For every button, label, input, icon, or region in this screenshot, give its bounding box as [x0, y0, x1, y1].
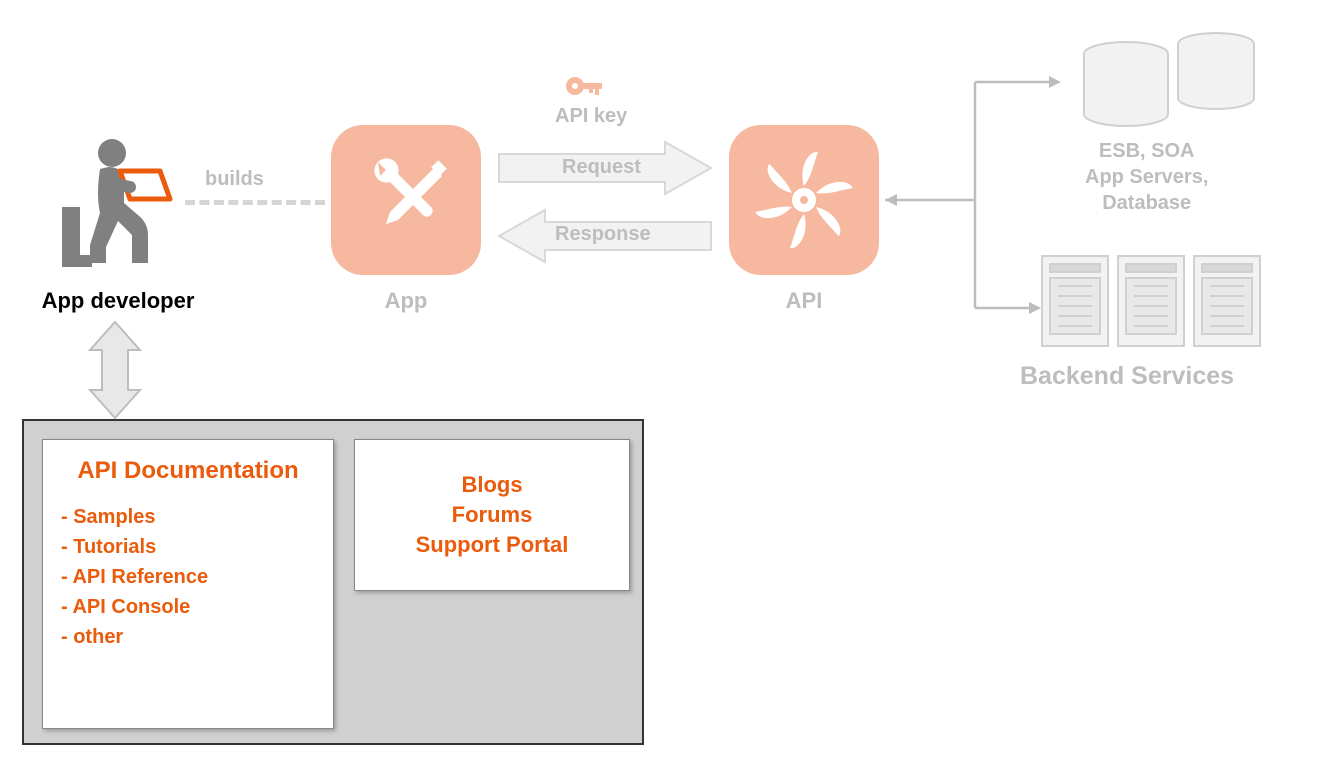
api-key-label: API key — [555, 105, 627, 128]
backend-line3: Database — [1085, 190, 1208, 216]
doc-item: Samples — [61, 502, 315, 532]
key-icon — [565, 72, 605, 107]
builds-connector — [185, 200, 325, 205]
response-arrow — [495, 208, 715, 264]
developer-icon — [60, 135, 180, 275]
servers-icon — [1040, 250, 1270, 365]
developer-portal-connector — [80, 320, 150, 425]
community-line: Blogs — [416, 470, 569, 500]
database-icon — [1076, 30, 1266, 135]
backend-line1: ESB, SOA — [1085, 138, 1208, 164]
portal-container: API Documentation Samples Tutorials API … — [22, 419, 644, 745]
builds-label: builds — [205, 168, 264, 191]
backend-line2: App Servers, — [1085, 164, 1208, 190]
community-line: Support Portal — [416, 530, 569, 560]
api-label: API — [729, 288, 879, 314]
doc-item: API Reference — [61, 562, 315, 592]
community-line: Forums — [416, 500, 569, 530]
api-documentation-title: API Documentation — [61, 456, 315, 486]
request-arrow — [495, 140, 715, 196]
app-label: App — [331, 288, 481, 314]
api-documentation-list: Samples Tutorials API Reference API Cons… — [61, 502, 315, 652]
app-icon — [331, 125, 481, 275]
api-documentation-card: API Documentation Samples Tutorials API … — [42, 439, 334, 729]
backend-top-text: ESB, SOA App Servers, Database — [1085, 138, 1208, 216]
doc-item: Tutorials — [61, 532, 315, 562]
doc-item: API Console — [61, 592, 315, 622]
doc-item: other — [61, 622, 315, 652]
developer-label: App developer — [38, 288, 198, 314]
backend-connector — [885, 70, 1065, 320]
api-icon — [729, 125, 879, 275]
community-card: Blogs Forums Support Portal — [354, 439, 630, 591]
backend-services-label: Backend Services — [1020, 362, 1234, 391]
